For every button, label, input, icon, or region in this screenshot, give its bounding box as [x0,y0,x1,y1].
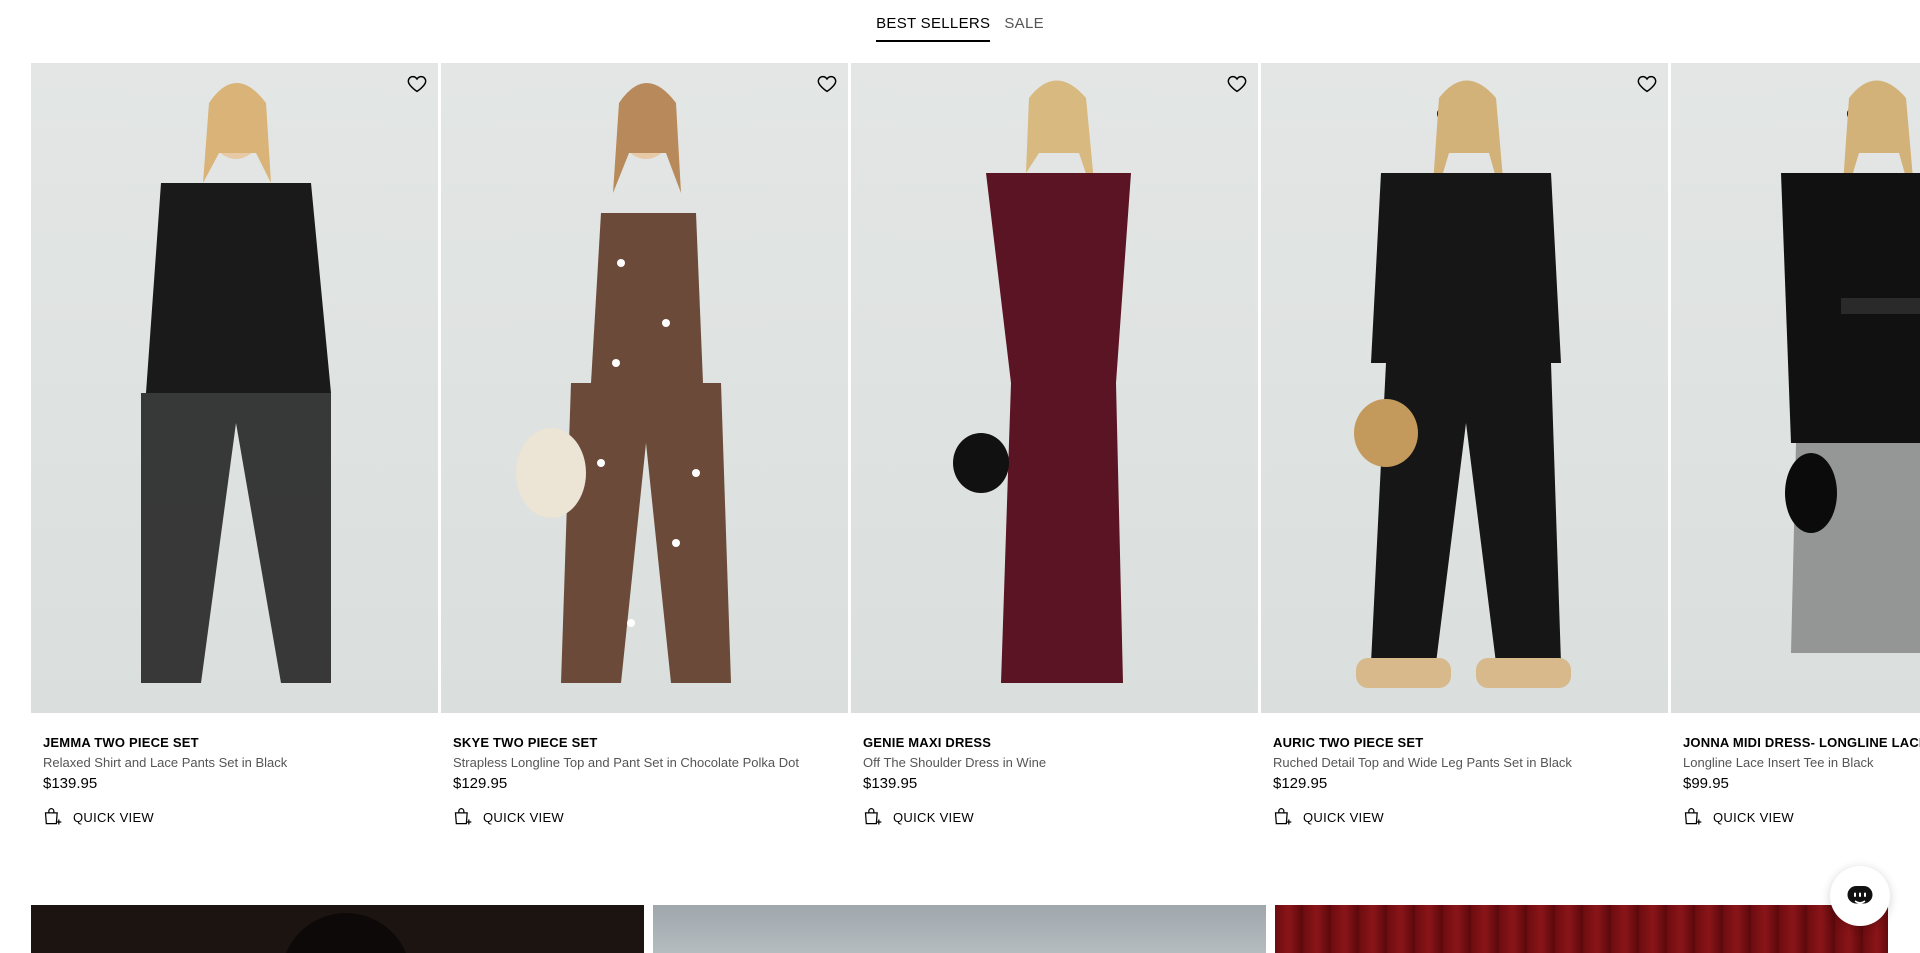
product-price: $99.95 [1683,775,1729,792]
product-carousel[interactable]: JEMMA TWO PIECE SET Relaxed Shirt and La… [31,63,1920,863]
product-card[interactable]: GENIE MAXI DRESS Off The Shoulder Dress … [851,63,1258,827]
bag-plus-icon [1684,808,1702,825]
product-name[interactable]: JONNA MIDI DRESS- LONGLINE LACE BLACK [1683,735,1920,751]
quick-view-button[interactable]: QUICK VIEW [1683,807,1920,827]
product-description: Ruched Detail Top and Wide Leg Pants Set… [1273,755,1572,770]
quick-view-button[interactable]: QUICK VIEW [1273,807,1656,827]
quick-view-label: QUICK VIEW [1713,809,1795,825]
product-name[interactable]: JEMMA TWO PIECE SET [43,735,426,751]
product-description: Strapless Longline Top and Pant Set in C… [453,755,799,770]
product-image[interactable] [1261,63,1668,713]
model-photo [1354,80,1571,688]
promo-banners [31,905,1891,953]
quick-view-label: QUICK VIEW [1303,809,1385,825]
model-photo [953,80,1131,683]
product-description: Off The Shoulder Dress in Wine [863,755,1047,770]
quick-view-label: QUICK VIEW [73,809,155,825]
quick-view-label: QUICK VIEW [893,809,975,825]
product-card[interactable]: SKYE TWO PIECE SET Strapless Longline To… [441,63,848,827]
bag-plus-icon [864,808,882,825]
quick-view-button[interactable]: QUICK VIEW [43,807,426,827]
product-card[interactable]: AURIC TWO PIECE SET Ruched Detail Top an… [1261,63,1668,827]
model-photo [516,83,731,683]
product-price: $139.95 [43,775,98,792]
chat-button[interactable] [1830,866,1890,926]
heart-icon[interactable] [1226,73,1248,95]
product-name[interactable]: AURIC TWO PIECE SET [1273,735,1656,751]
tab-sale[interactable]: SALE [1004,15,1044,40]
promo-banner[interactable] [653,905,1266,953]
product-description: Longline Lace Insert Tee in Black [1683,755,1874,770]
product-image[interactable] [441,63,848,713]
product-image[interactable] [851,63,1258,713]
collection-tabs: BEST SELLERS SALE [0,0,1920,60]
product-description: Relaxed Shirt and Lace Pants Set in Blac… [43,755,288,770]
promo-banner[interactable] [1275,905,1888,953]
product-price: $139.95 [863,775,918,792]
product-name[interactable]: GENIE MAXI DRESS [863,735,1246,751]
product-image[interactable] [31,63,438,713]
heart-icon[interactable] [816,73,838,95]
product-card[interactable]: JONNA MIDI DRESS- LONGLINE LACE BLACK Lo… [1671,63,1920,827]
tab-best-sellers[interactable]: BEST SELLERS [876,15,991,42]
quick-view-label: QUICK VIEW [483,809,565,825]
product-price: $129.95 [453,775,508,792]
bag-plus-icon [1274,808,1292,825]
model-photo [1781,80,1920,653]
bag-plus-icon [454,808,472,825]
heart-icon[interactable] [1636,73,1658,95]
chat-icon [1847,886,1873,904]
product-price: $129.95 [1273,775,1328,792]
product-name[interactable]: SKYE TWO PIECE SET [453,735,836,751]
product-image[interactable] [1671,63,1920,713]
product-card[interactable]: JEMMA TWO PIECE SET Relaxed Shirt and La… [31,63,438,827]
quick-view-button[interactable]: QUICK VIEW [453,807,836,827]
bag-plus-icon [44,808,62,825]
heart-icon[interactable] [406,73,428,95]
quick-view-button[interactable]: QUICK VIEW [863,807,1246,827]
model-photo [141,83,331,683]
promo-banner[interactable] [31,905,644,953]
